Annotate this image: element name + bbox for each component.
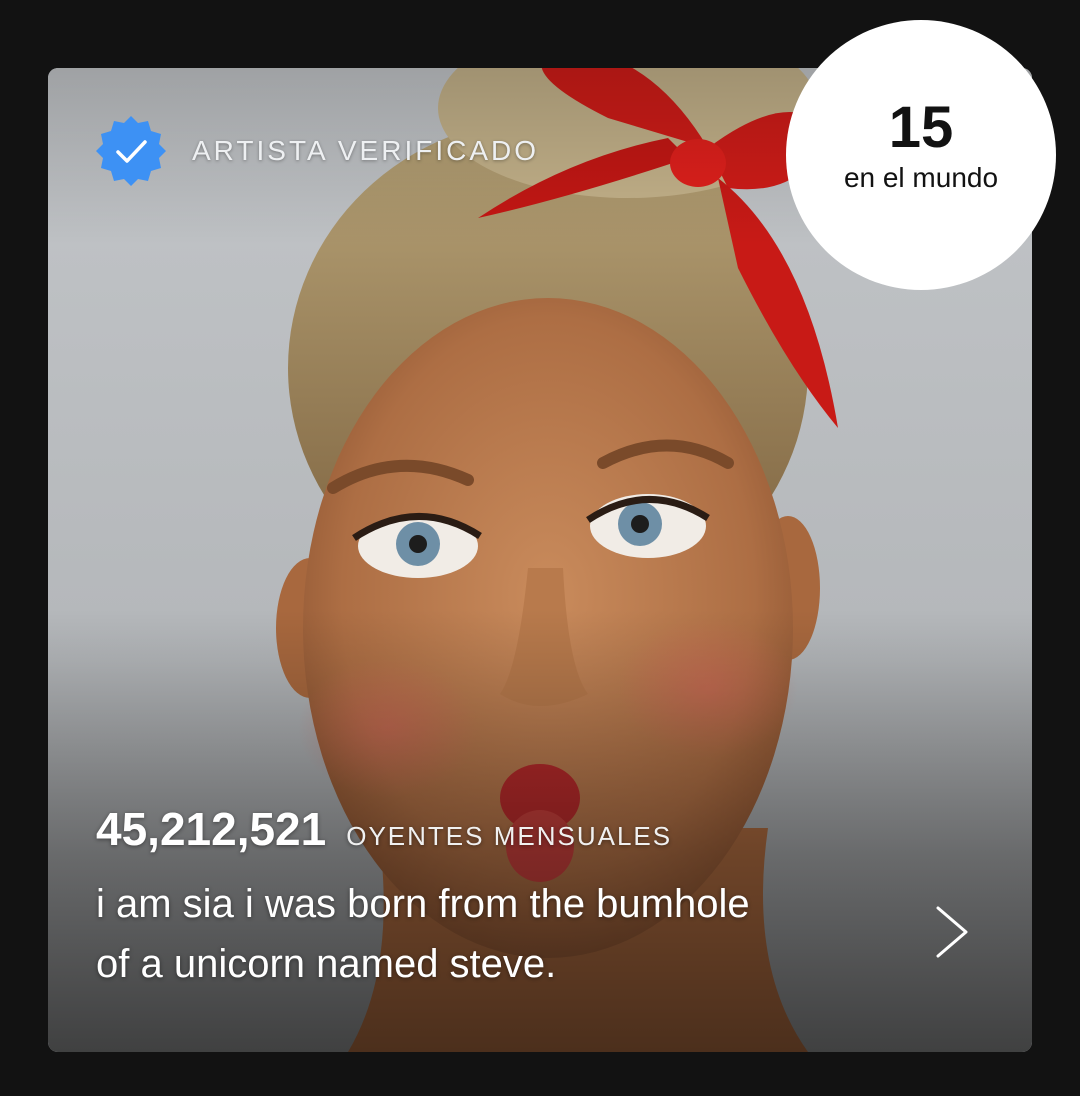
monthly-listeners: 45,212,521 OYENTES MENSUALES (96, 802, 672, 856)
artist-bio-line: i am sia i was born from the bumhole (96, 882, 750, 926)
world-rank-label: en el mundo (843, 162, 999, 193)
world-rank-badge: 15 en el mundo (786, 20, 1056, 290)
world-rank-number: 15 (888, 95, 954, 160)
monthly-listeners-count: 45,212,521 (96, 803, 327, 855)
verified-label: ARTISTA VERIFICADO (192, 135, 540, 166)
monthly-listeners-label: OYENTES MENSUALES (346, 821, 673, 851)
verified-artist-row: ARTISTA VERIFICADO (96, 116, 539, 186)
artist-bio[interactable]: i am sia i was born from the bumhole of … (96, 874, 916, 994)
verified-badge-icon (96, 116, 166, 186)
chevron-right-icon[interactable] (928, 904, 978, 960)
artist-bio-line: of a unicorn named steve. (96, 942, 557, 986)
